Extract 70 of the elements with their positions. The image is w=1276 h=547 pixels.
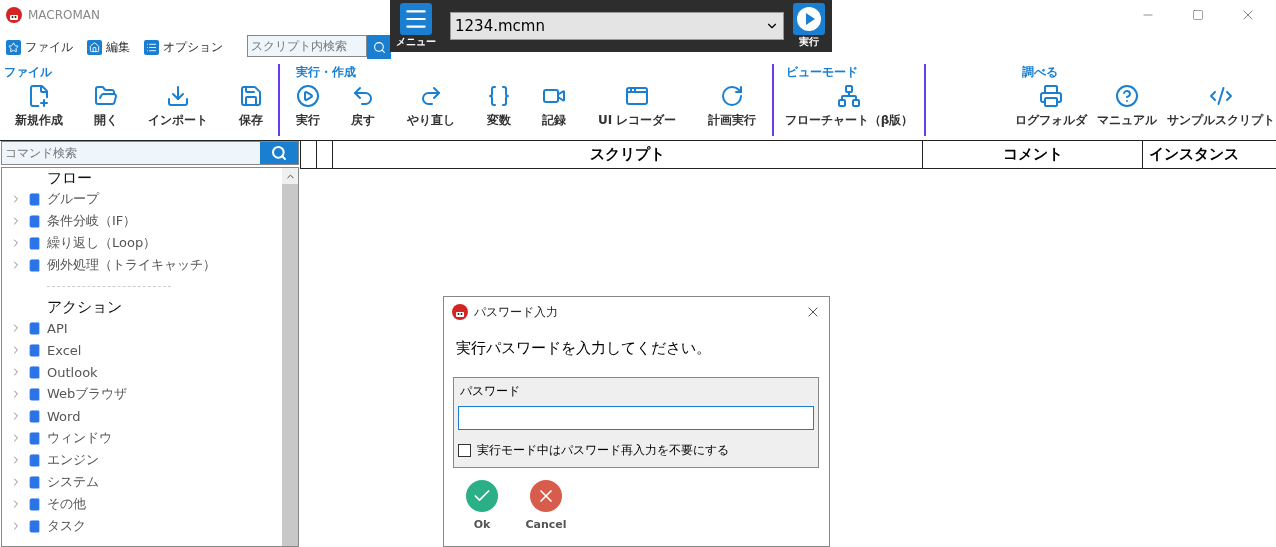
checkbox-label[interactable]: 実行モード中はパスワード再入力を不要にする [458, 442, 814, 459]
field-label: パスワード [459, 383, 521, 400]
menu-item[interactable]: ファイル [6, 38, 73, 56]
download-icon [166, 84, 191, 108]
ribbon-button[interactable]: 保存 [237, 80, 264, 136]
app-logo-icon [6, 7, 22, 23]
ribbon-button[interactable]: 開く [92, 80, 119, 136]
ribbon-button[interactable]: 記録 [541, 80, 568, 136]
app-logo-icon [452, 304, 468, 320]
tree-item[interactable]: グループ [10, 188, 282, 210]
dialog-message: 実行パスワードを入力してください。 [455, 338, 712, 359]
dialog-title: パスワード入力 [474, 303, 558, 321]
save-icon [238, 84, 263, 108]
ribbon-group-label: 実行・作成 [295, 64, 357, 80]
script-search-field[interactable]: スクリプト内検索 [247, 35, 367, 57]
tree-item[interactable]: ウィンドウ [10, 427, 282, 449]
ribbon-button[interactable]: 計画実行 [707, 80, 758, 136]
search-button[interactable] [367, 35, 391, 59]
ribbon-button[interactable]: フローチャート（β版） [783, 80, 915, 136]
ribbon-button[interactable]: 実行 [294, 80, 321, 136]
table-header-cell: インスタンス [1142, 141, 1276, 168]
flowchart-icon [837, 84, 861, 108]
ribbon-button[interactable]: 変数 [485, 80, 512, 136]
password-field[interactable] [458, 406, 814, 430]
menu-button[interactable]: メニュー [390, 3, 442, 49]
checkbox[interactable] [458, 444, 471, 457]
list-icon [144, 39, 159, 55]
play-icon [295, 84, 320, 108]
ribbon-button[interactable]: 新規作成 [14, 80, 65, 136]
file-dropdown[interactable]: 1234.mcmn [450, 12, 784, 40]
ribbon-group-label: ビューモード [785, 64, 859, 80]
play-icon [796, 6, 822, 32]
ribbon-button[interactable]: 戻す [350, 80, 377, 136]
star-icon [6, 39, 21, 55]
tree-item[interactable]: Outlook [10, 361, 282, 383]
tree-item[interactable]: システム [10, 471, 282, 493]
tree-item[interactable]: 条件分岐（IF） [10, 210, 282, 232]
table-header-cell: コメント [922, 141, 1142, 168]
ribbon-button[interactable]: ログフォルダ [1014, 80, 1088, 136]
window-icon [625, 84, 650, 108]
ribbon-button[interactable]: サンプルスクリプト [1166, 80, 1276, 136]
ribbon-button[interactable]: UI レコーダー [597, 80, 678, 136]
search-icon [372, 40, 386, 54]
section-heading: フロー [46, 168, 93, 188]
ribbon-group-label: 調べる [1021, 64, 1059, 80]
house-icon [87, 39, 102, 55]
ribbon-button[interactable]: マニュアル [1096, 80, 1158, 136]
tree-item[interactable]: エンジン [10, 449, 282, 471]
help-icon [1115, 84, 1139, 108]
ribbon-button[interactable]: やり直し [406, 80, 457, 136]
code-icon [1209, 84, 1233, 108]
folder-icon [93, 84, 118, 108]
tree-item[interactable]: 例外処理（トライキャッチ） [10, 254, 282, 276]
scrollbar[interactable] [282, 168, 298, 546]
tree-item[interactable]: API [10, 317, 282, 339]
table-header-cell: スクリプト [332, 141, 922, 168]
section-heading: アクション [46, 297, 123, 317]
ribbon-button[interactable]: インポート [147, 80, 210, 136]
tree-item[interactable]: Webブラウザ [10, 383, 282, 405]
ribbon-group-label: ファイル [3, 64, 53, 80]
menu-item[interactable]: オプション [144, 38, 223, 56]
maximize-icon [1192, 9, 1204, 21]
braces-icon [486, 84, 511, 108]
tree-item[interactable]: その他 [10, 493, 282, 515]
menu-item[interactable]: 編集 [87, 38, 130, 56]
window-title: MACROMAN [28, 8, 101, 22]
tree-item[interactable]: Excel [10, 339, 282, 361]
tree-item[interactable]: 繰り返し（Loop） [10, 232, 282, 254]
tree-item[interactable]: Word [10, 405, 282, 427]
tree-item[interactable]: タスク [10, 515, 282, 537]
